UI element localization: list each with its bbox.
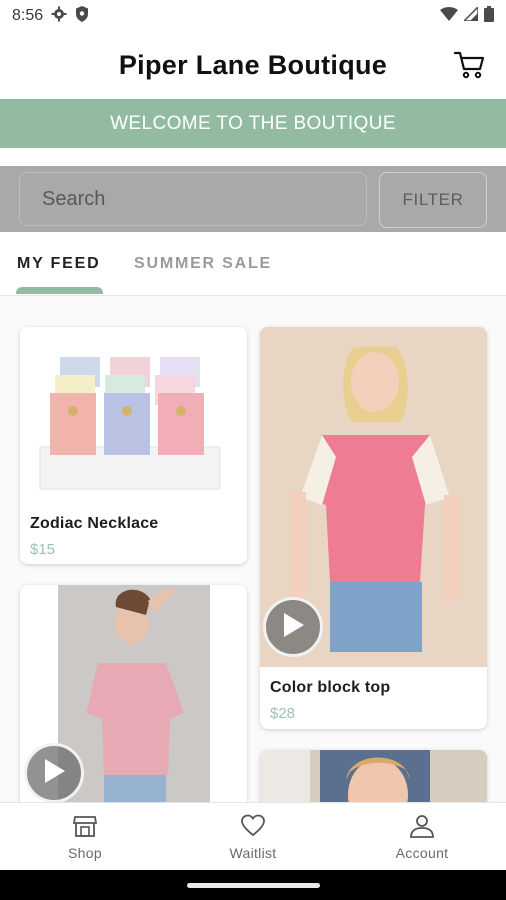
product-card[interactable] [20, 585, 247, 802]
product-name: Zodiac Necklace [30, 515, 159, 532]
cart-icon [453, 51, 486, 84]
home-gesture-handle[interactable] [187, 883, 320, 888]
nav-label: Shop [68, 845, 102, 861]
signal-icon [462, 4, 479, 26]
filter-button[interactable]: FILTER [379, 172, 487, 228]
play-icon [41, 757, 67, 790]
tab-my-feed[interactable]: MY FEED [17, 255, 100, 273]
cart-button[interactable] [453, 50, 486, 80]
product-price: $15 [30, 541, 56, 558]
product-image [20, 327, 247, 507]
product-card[interactable] [260, 750, 487, 802]
nav-item-account[interactable]: Account [367, 803, 477, 871]
play-icon [280, 611, 306, 644]
tab-bar: MY FEED SUMMER SALE [0, 232, 506, 296]
nav-item-waitlist[interactable]: Waitlist [198, 803, 308, 871]
wifi-icon [440, 6, 458, 26]
settings-gear-icon [51, 6, 67, 27]
shop-icon [72, 813, 98, 839]
welcome-banner: WELCOME TO THE BOUTIQUE [0, 99, 506, 148]
play-video-button[interactable] [24, 743, 84, 802]
shield-icon [75, 5, 89, 27]
product-card[interactable]: Color block top $28 [260, 327, 487, 729]
clock: 8:56 [12, 7, 44, 24]
nav-label: Account [395, 845, 449, 861]
product-price: $28 [270, 705, 296, 722]
nav-item-shop[interactable]: Shop [30, 803, 140, 871]
tab-summer-sale[interactable]: SUMMER SALE [134, 255, 272, 273]
play-video-button[interactable] [263, 597, 323, 657]
product-card[interactable]: Zodiac Necklace $15 [20, 327, 247, 564]
product-feed: Zodiac Necklace $15 Color block top $28 [0, 297, 506, 802]
bottom-nav: Shop Waitlist Account [0, 802, 506, 870]
status-bar: 8:56 [0, 0, 506, 32]
product-name: Color block top [270, 679, 391, 696]
heart-icon [240, 813, 266, 839]
search-input[interactable] [19, 172, 367, 226]
system-gesture-bar [0, 870, 506, 900]
search-bar: FILTER [0, 166, 506, 232]
page-title: Piper Lane Boutique [118, 49, 388, 80]
product-image [20, 585, 247, 802]
nav-label: Waitlist [229, 845, 277, 861]
app-header: Piper Lane Boutique [0, 32, 506, 98]
product-image [260, 327, 487, 667]
product-image [260, 750, 487, 802]
tab-indicator [16, 287, 103, 294]
battery-icon [484, 5, 494, 27]
account-icon [409, 813, 435, 839]
